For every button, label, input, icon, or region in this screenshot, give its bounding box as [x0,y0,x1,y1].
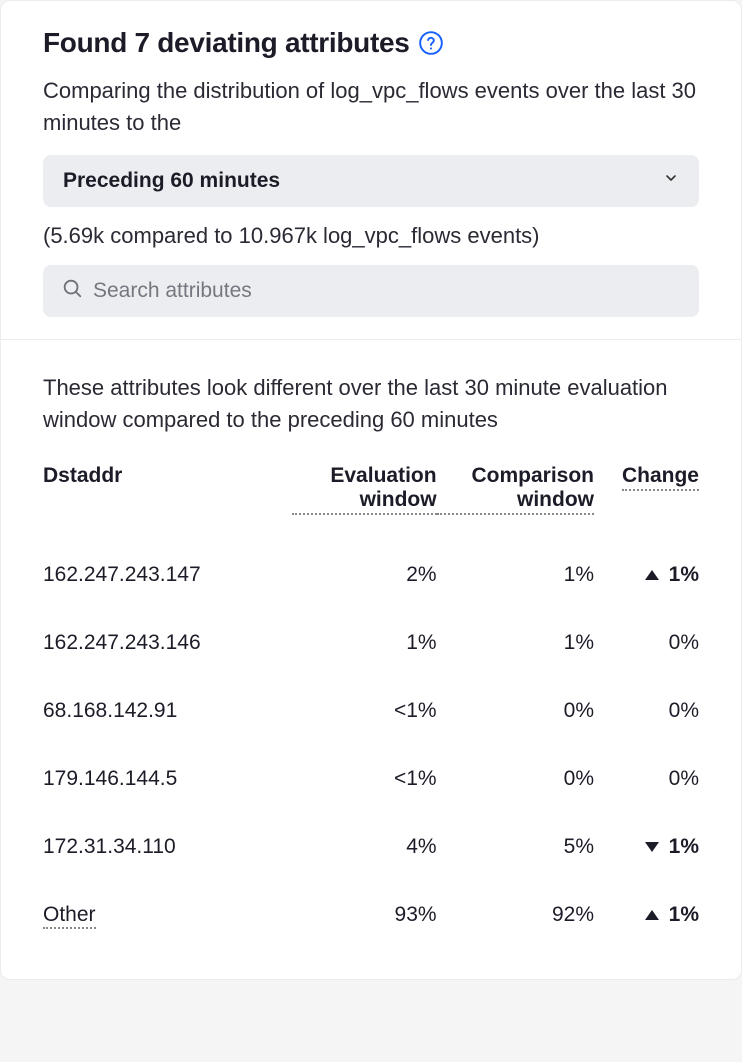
col-header-change[interactable]: Change [594,464,699,541]
comparison-summary: (5.69k compared to 10.967k log_vpc_flows… [43,223,699,249]
cell-change: 1% [594,813,699,881]
col-header-comparison[interactable]: Comparison window [437,464,594,541]
table-row[interactable]: 68.168.142.91<1%0%0% [43,677,699,745]
cell-evaluation: 4% [292,813,436,881]
chevron-down-icon [663,170,679,191]
col-header-evaluation[interactable]: Evaluation window [292,464,436,541]
baseline-window-select[interactable]: Preceding 60 minutes [43,155,699,207]
search-icon [61,277,83,304]
search-input[interactable] [93,279,681,303]
cell-attribute: 162.247.243.147 [43,541,292,609]
col-header-attribute[interactable]: Dstaddr [43,464,292,541]
panel-table-section: These attributes look different over the… [1,340,741,979]
panel-title: Found 7 deviating attributes [43,27,410,59]
cell-comparison: 92% [437,881,594,949]
cell-comparison: 5% [437,813,594,881]
cell-attribute: 162.247.243.146 [43,609,292,677]
cell-comparison: 1% [437,541,594,609]
table-row[interactable]: 179.146.144.5<1%0%0% [43,745,699,813]
panel-description: Comparing the distribution of log_vpc_fl… [43,75,699,139]
cell-evaluation: 93% [292,881,436,949]
table-row[interactable]: Other93%92%1% [43,881,699,949]
deviating-attributes-panel: Found 7 deviating attributes Comparing t… [0,0,742,980]
table-row[interactable]: 172.31.34.1104%5%1% [43,813,699,881]
cell-change: 0% [594,745,699,813]
triangle-down-icon [645,842,659,852]
search-attributes-field[interactable] [43,265,699,317]
cell-attribute: 179.146.144.5 [43,745,292,813]
deviating-attributes-table: Dstaddr Evaluation window Comparison win… [43,464,699,949]
triangle-up-icon [645,570,659,580]
triangle-up-icon [645,910,659,920]
cell-change: 0% [594,677,699,745]
cell-attribute: 68.168.142.91 [43,677,292,745]
cell-evaluation: <1% [292,677,436,745]
cell-comparison: 1% [437,609,594,677]
baseline-window-label: Preceding 60 minutes [63,169,280,193]
panel-header-section: Found 7 deviating attributes Comparing t… [1,1,741,339]
title-row: Found 7 deviating attributes [43,27,699,59]
cell-change: 0% [594,609,699,677]
cell-evaluation: 1% [292,609,436,677]
table-explanation: These attributes look different over the… [43,372,699,436]
table-row[interactable]: 162.247.243.1472%1%1% [43,541,699,609]
table-row[interactable]: 162.247.243.1461%1%0% [43,609,699,677]
cell-comparison: 0% [437,677,594,745]
cell-attribute: 172.31.34.110 [43,813,292,881]
cell-attribute: Other [43,881,292,949]
help-icon[interactable] [418,30,444,56]
cell-comparison: 0% [437,745,594,813]
cell-evaluation: 2% [292,541,436,609]
table-header-row: Dstaddr Evaluation window Comparison win… [43,464,699,541]
cell-change: 1% [594,541,699,609]
cell-evaluation: <1% [292,745,436,813]
cell-change: 1% [594,881,699,949]
